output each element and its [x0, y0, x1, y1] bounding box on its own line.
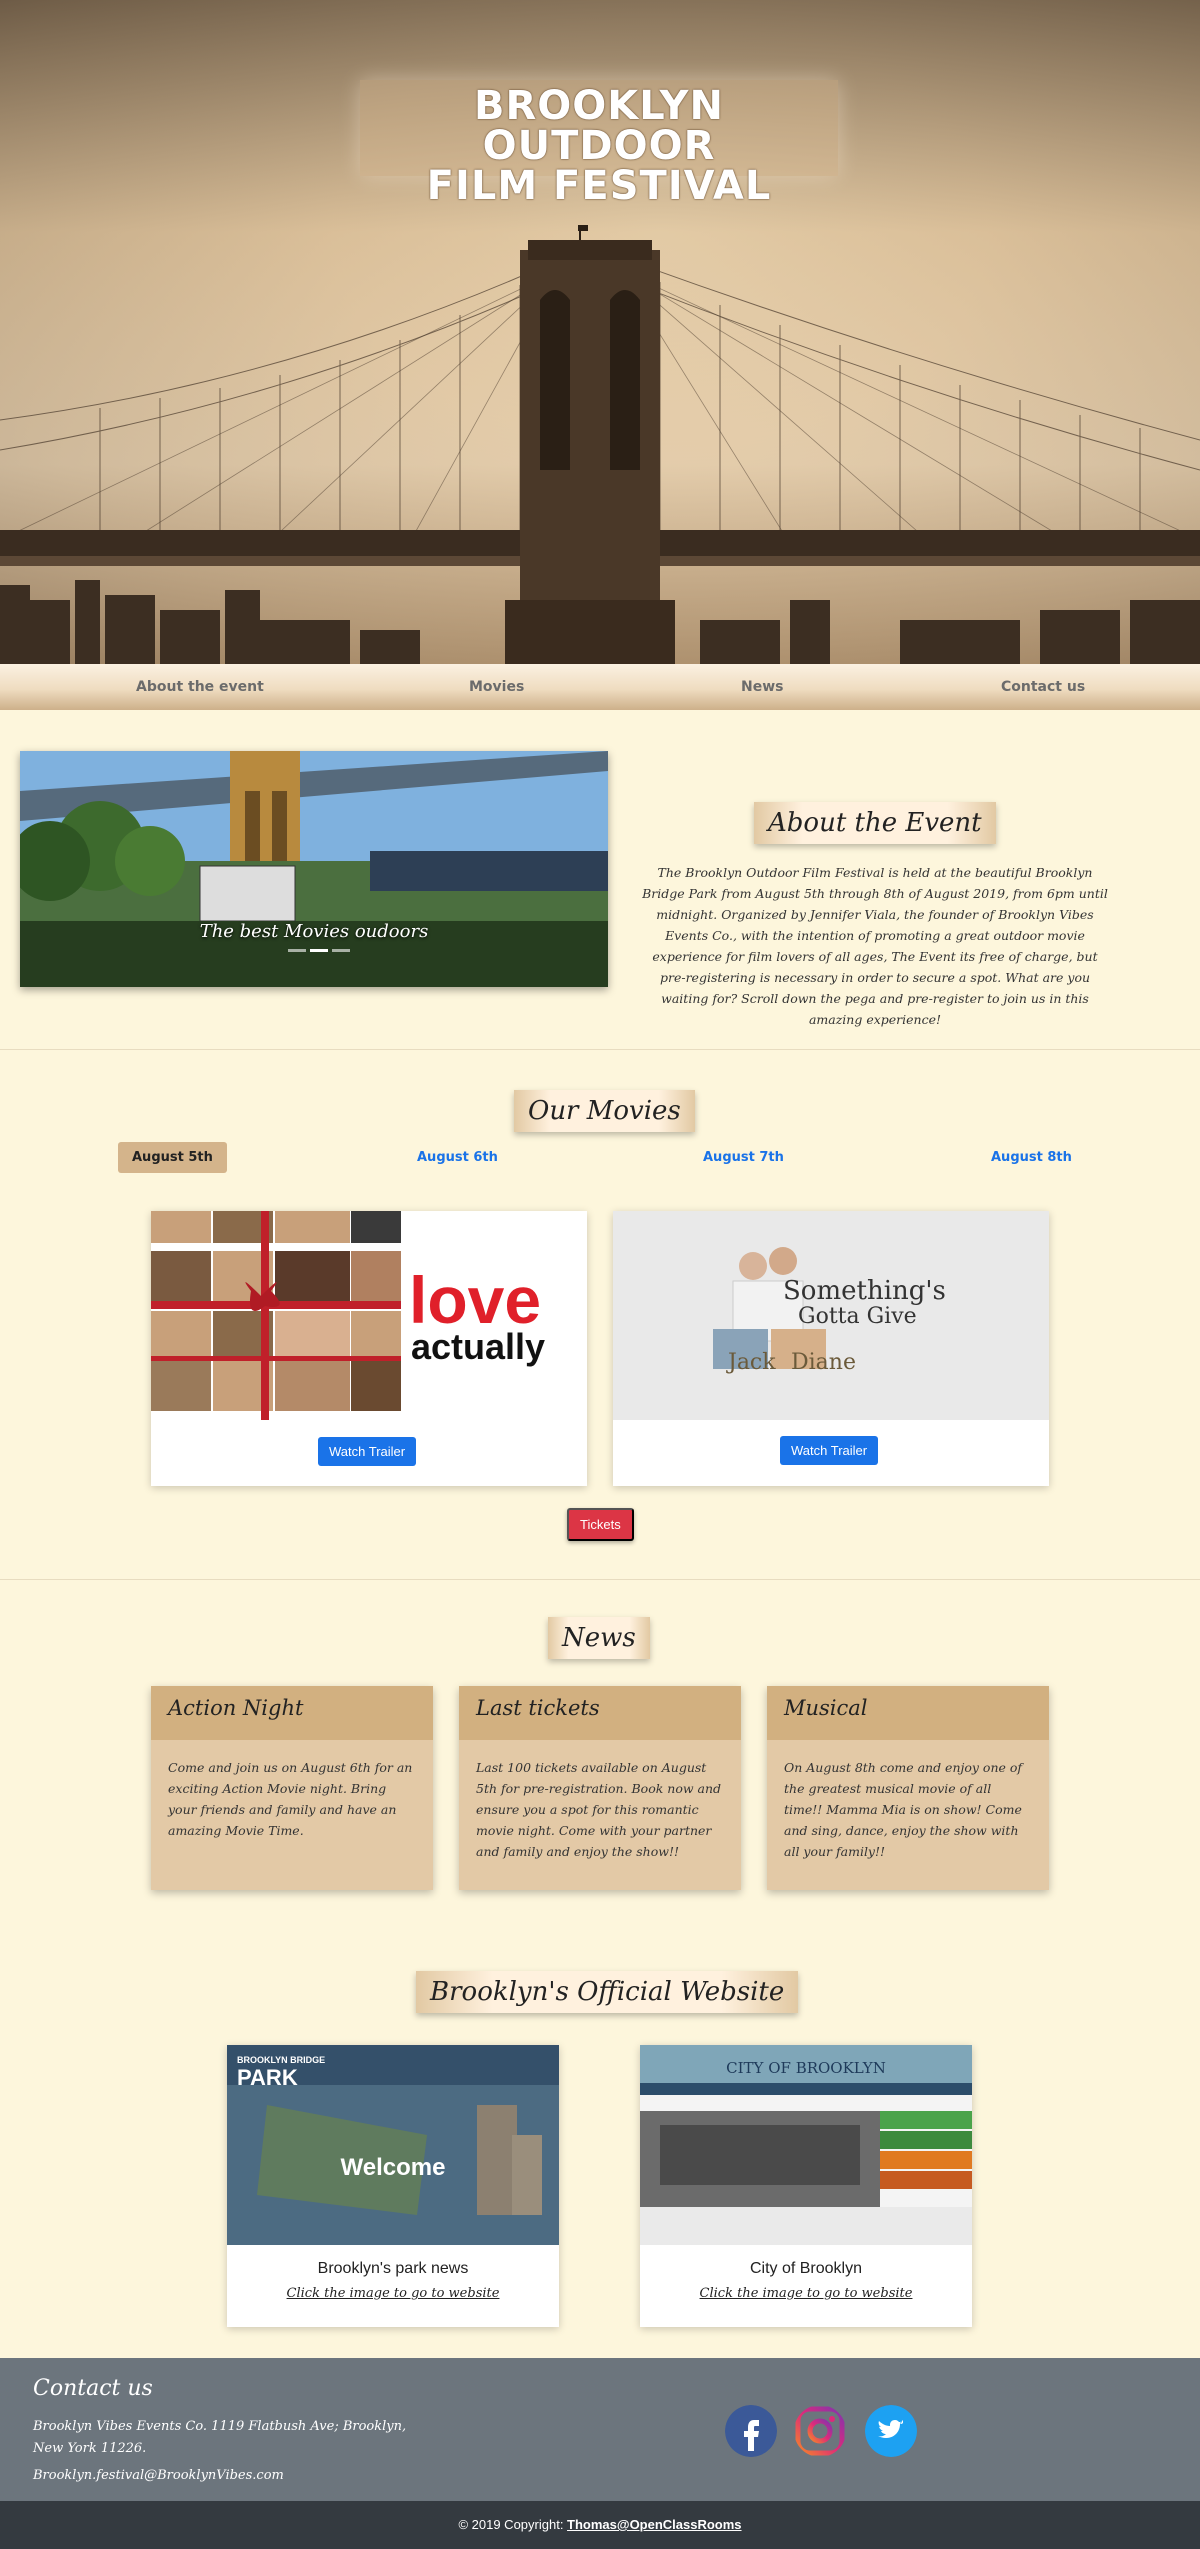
- facebook-icon[interactable]: [725, 2405, 777, 2457]
- website-section: Brooklyn's Official Website BROOKLYN BRI…: [0, 1958, 1200, 2358]
- site-title-line1: BROOKLYN OUTDOOR: [474, 83, 724, 169]
- about-text: The Brooklyn Outdoor Film Festival is he…: [642, 865, 1108, 1027]
- about-carousel[interactable]: The best Movies oudoors: [20, 751, 608, 987]
- park-aerial-image: BROOKLYN BRIDGE PARK Welcome: [227, 2045, 559, 2245]
- city-website-screenshot[interactable]: CITY OF BROOKLYN: [640, 2045, 972, 2245]
- poster-actor-1: Jack: [726, 1350, 776, 1375]
- about-title: About the Event: [754, 802, 996, 844]
- park-shot-welcome: Welcome: [341, 2154, 446, 2181]
- nav-about[interactable]: About the event: [136, 679, 264, 695]
- site-title: BROOKLYN OUTDOOR FILM FESTIVAL: [360, 80, 838, 206]
- website-card: CITY OF BROOKLYN City of Brooklyn Click …: [640, 2045, 972, 2327]
- hero-banner: BROOKLYN OUTDOOR FILM FESTIVAL: [0, 0, 1200, 664]
- nav-news[interactable]: News: [741, 679, 783, 695]
- movie-card: Something's Gotta Give Jack Diane Watch …: [613, 1211, 1049, 1486]
- carousel-dot-active[interactable]: [310, 949, 328, 952]
- news-card-text: On August 8th come and enjoy one of the …: [784, 1760, 1023, 1859]
- poster-actor-2: Diane: [791, 1350, 856, 1375]
- footer: Contact us Brooklyn Vibes Events Co. 111…: [0, 2358, 1200, 2501]
- contact-email[interactable]: Brooklyn.festival@BrooklynVibes.com: [33, 2468, 284, 2483]
- news-card-text: Last 100 tickets available on August 5th…: [476, 1760, 722, 1859]
- about-section: The best Movies oudoors About the Event …: [0, 710, 1200, 1050]
- carousel-dot[interactable]: [332, 949, 350, 952]
- city-website-image: CITY OF BROOKLYN: [640, 2045, 972, 2245]
- website-card: BROOKLYN BRIDGE PARK Welcome Brooklyn's …: [227, 2045, 559, 2327]
- website-card-name: Brooklyn's park news: [317, 2260, 469, 2277]
- city-shot-title: CITY OF BROOKLYN: [726, 2059, 886, 2077]
- poster-title-line2: actually: [411, 1326, 545, 1367]
- movies-title: Our Movies: [514, 1090, 695, 1132]
- tab-august-6th[interactable]: August 6th: [417, 1150, 498, 1165]
- site-title-line2: FILM FESTIVAL: [426, 163, 772, 209]
- park-shot-label-small: BROOKLYN BRIDGE: [237, 2055, 325, 2065]
- website-card-name: City of Brooklyn: [749, 2260, 863, 2277]
- news-card: Last tickets Last 100 tickets available …: [459, 1686, 741, 1890]
- carousel-indicators[interactable]: [288, 949, 350, 952]
- news-title: News: [548, 1617, 650, 1659]
- carousel-caption: The best Movies oudoors: [199, 921, 429, 942]
- tab-august-8th[interactable]: August 8th: [991, 1150, 1072, 1165]
- news-card-title: Action Night: [151, 1686, 433, 1740]
- movie-poster[interactable]: Something's Gotta Give Jack Diane: [613, 1211, 1049, 1420]
- contact-address: Brooklyn Vibes Events Co. 1119 Flatbush …: [33, 2419, 407, 2456]
- watch-trailer-button[interactable]: Watch Trailer: [318, 1437, 417, 1466]
- poster-title-line1: Something's: [783, 1276, 946, 1306]
- copyright-bar: © 2019 Copyright: Thomas@OpenClassRooms: [0, 2501, 1200, 2549]
- poster-title-line2: Gotta Give: [798, 1304, 917, 1329]
- news-section: News Action Night Come and join us on Au…: [0, 1580, 1200, 1958]
- park-website-screenshot[interactable]: BROOKLYN BRIDGE PARK Welcome: [227, 2045, 559, 2245]
- tab-august-7th[interactable]: August 7th: [703, 1150, 784, 1165]
- news-card-title: Musical: [767, 1686, 1049, 1740]
- love-actually-poster: love actually: [151, 1211, 587, 1420]
- twitter-icon[interactable]: [865, 2405, 917, 2457]
- instagram-icon[interactable]: [794, 2405, 846, 2457]
- copyright-link[interactable]: Thomas@OpenClassRooms: [567, 2517, 742, 2532]
- somethings-gotta-give-poster: Something's Gotta Give Jack Diane: [613, 1211, 1049, 1420]
- website-card-link[interactable]: Click the image to go to website: [227, 2286, 559, 2301]
- news-card: Musical On August 8th come and enjoy one…: [767, 1686, 1049, 1890]
- website-card-link[interactable]: Click the image to go to website: [640, 2286, 972, 2301]
- tab-august-5th[interactable]: August 5th: [118, 1142, 227, 1173]
- main-nav: About the event Movies News Contact us: [0, 664, 1200, 710]
- copyright-text: © 2019 Copyright:: [458, 2517, 568, 2532]
- news-card-title: Last tickets: [459, 1686, 741, 1740]
- nav-contact[interactable]: Contact us: [1001, 679, 1085, 695]
- carousel-dot[interactable]: [288, 949, 306, 952]
- tickets-button[interactable]: Tickets: [567, 1508, 634, 1541]
- park-shot-label-big: PARK: [237, 2065, 298, 2090]
- movies-section: Our Movies August 5th August 6th August …: [0, 1050, 1200, 1580]
- movie-card: love actually Watch Trailer: [151, 1211, 587, 1486]
- movie-poster[interactable]: love actually: [151, 1211, 587, 1420]
- watch-trailer-button[interactable]: Watch Trailer: [780, 1436, 879, 1465]
- news-card-text: Come and join us on August 6th for an ex…: [168, 1760, 413, 1838]
- website-title: Brooklyn's Official Website: [416, 1971, 799, 2013]
- news-card: Action Night Come and join us on August …: [151, 1686, 433, 1890]
- contact-title: Contact us: [33, 2376, 153, 2401]
- nav-movies[interactable]: Movies: [469, 679, 524, 695]
